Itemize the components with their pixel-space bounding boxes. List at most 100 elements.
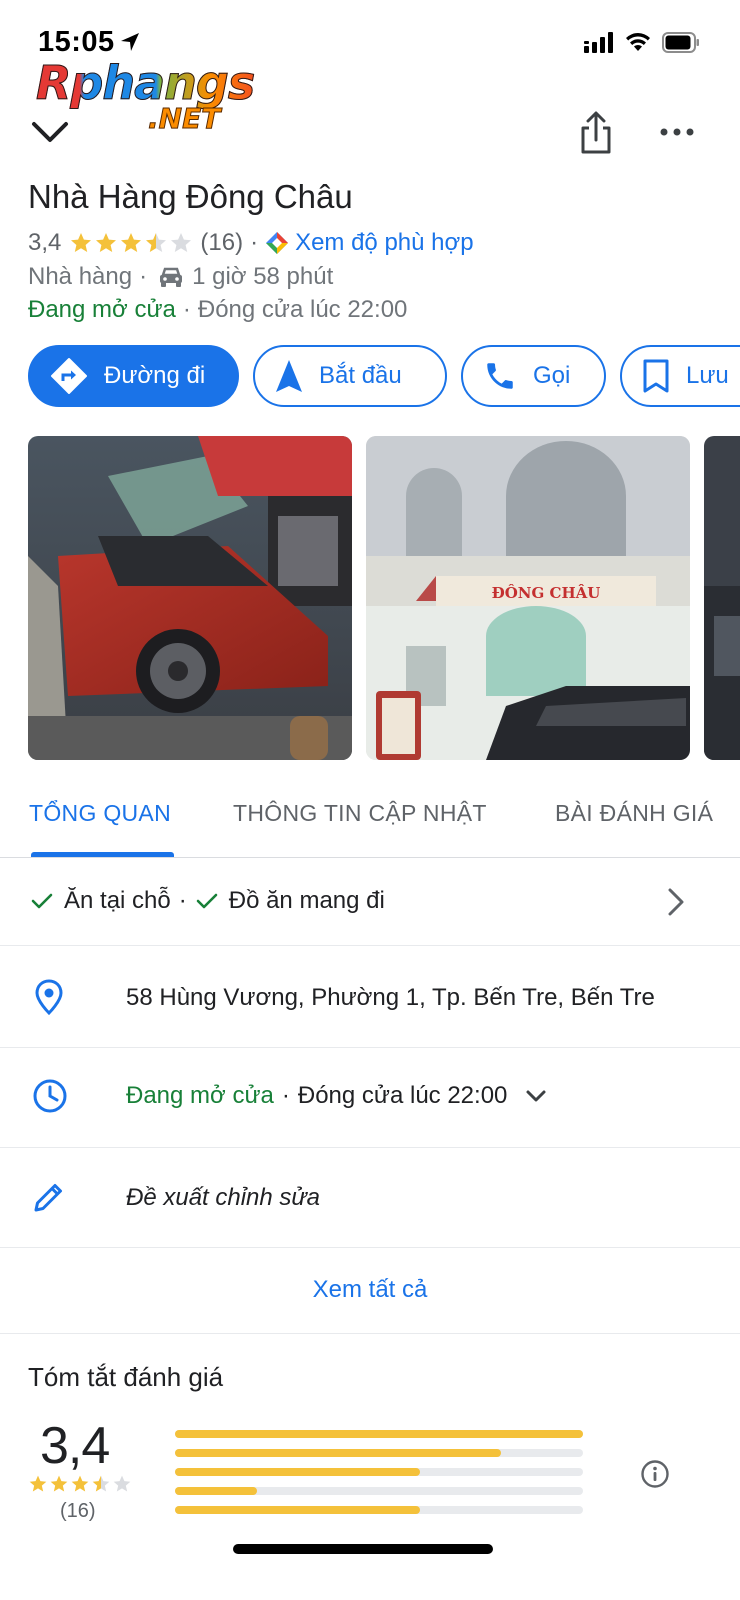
tab-bar: TỔNG QUAN THÔNG TIN CẬP NHẬT BÀI ĐÁNH GI… xyxy=(0,770,740,858)
navigation-arrow-icon xyxy=(276,360,302,392)
suggest-edit-label: Đề xuất chỉnh sửa xyxy=(126,1184,320,1211)
status-time: 15:05 xyxy=(38,26,115,58)
info-icon[interactable] xyxy=(640,1459,670,1489)
see-fit-link[interactable]: Xem độ phù hợp xyxy=(265,229,474,257)
cellular-signal-icon xyxy=(584,32,613,53)
rating-line: 3,4 (16) · Xem độ phù hợp xyxy=(28,228,474,258)
service-options-row[interactable]: Ăn tại chỗ · Đồ ăn mang đi xyxy=(0,859,740,946)
see-all-link[interactable]: Xem tất cả xyxy=(0,1276,740,1304)
closing-time: Đóng cửa lúc 22:00 xyxy=(197,296,408,323)
rating-bar-fill xyxy=(175,1468,420,1476)
call-button[interactable]: Gọi xyxy=(461,345,606,407)
svg-text:ĐÔNG CHÂU: ĐÔNG CHÂU xyxy=(492,584,601,602)
dine-in-label: Ăn tại chỗ xyxy=(64,887,171,914)
star-half-icon xyxy=(146,233,167,252)
more-horizontal-icon xyxy=(660,128,694,136)
collapse-button[interactable] xyxy=(30,116,70,150)
rating-bar-2 xyxy=(175,1487,583,1495)
start-label: Bắt đầu xyxy=(319,362,402,389)
pencil-icon xyxy=(34,1184,62,1212)
star-half-icon xyxy=(92,1475,110,1492)
separator-dot: · xyxy=(281,1082,290,1109)
clock-icon xyxy=(33,1079,67,1113)
photo-storefront[interactable]: ĐÔNG CHÂU xyxy=(366,436,690,760)
rating-value: 3,4 xyxy=(28,229,62,256)
status-bar: 15:05 xyxy=(0,0,740,58)
tab-updates[interactable]: THÔNG TIN CẬP NHẬT xyxy=(233,800,487,827)
separator-dot: · xyxy=(182,296,191,323)
star-icon xyxy=(50,1475,68,1492)
photo-car-night[interactable] xyxy=(28,436,352,760)
car-icon xyxy=(160,267,183,287)
check-icon xyxy=(31,893,53,909)
separator-dot: · xyxy=(250,229,259,256)
summary-count: (16) xyxy=(60,1500,96,1522)
star-empty-icon xyxy=(113,1475,131,1492)
summary-stars xyxy=(28,1474,133,1494)
watermark-logo: Rphangs .NET xyxy=(35,56,266,142)
rating-bar-3 xyxy=(175,1468,583,1476)
photo-carousel: ĐÔNG CHÂU xyxy=(28,436,740,760)
category-line: Nhà hàng · 1 giờ 58 phút xyxy=(28,262,333,292)
open-status: Đang mở cửa xyxy=(28,296,176,323)
wifi-icon xyxy=(626,33,650,51)
home-indicator[interactable] xyxy=(233,1544,493,1554)
rating-bar-fill xyxy=(175,1506,420,1514)
separator-dot: · xyxy=(178,887,187,914)
share-button[interactable] xyxy=(578,110,614,156)
address-text: 58 Hùng Vương, Phường 1, Tp. Bến Tre, Bế… xyxy=(126,984,655,1011)
star-icon xyxy=(29,1475,47,1492)
suggest-edit-row[interactable]: Đề xuất chỉnh sửa xyxy=(0,1148,740,1248)
rating-bar-fill xyxy=(175,1487,257,1495)
chevron-down-icon xyxy=(32,122,68,142)
diamond-sparkle-icon xyxy=(266,232,289,254)
save-label: Lưu xyxy=(686,362,729,389)
directions-label: Đường đi xyxy=(104,362,206,389)
address-row[interactable]: 58 Hùng Vương, Phường 1, Tp. Bến Tre, Bế… xyxy=(0,946,740,1048)
star-empty-icon xyxy=(171,233,192,252)
share-icon xyxy=(581,111,611,154)
directions-button[interactable]: Đường đi xyxy=(28,345,239,407)
see-all-row: Xem tất cả xyxy=(0,1248,740,1334)
hours-text: Đang mở cửa · Đóng cửa lúc 22:00 xyxy=(126,1082,547,1110)
tab-reviews[interactable]: BÀI ĐÁNH GIÁ xyxy=(555,800,713,827)
review-summary-title: Tóm tắt đánh giá xyxy=(28,1362,224,1392)
bookmark-icon xyxy=(643,359,669,393)
watermark-sub: .NET xyxy=(147,102,221,136)
hours-row[interactable]: Đang mở cửa · Đóng cửa lúc 22:00 xyxy=(0,1048,740,1148)
separator-dot: · xyxy=(139,263,148,290)
see-fit-label: Xem độ phù hợp xyxy=(295,229,474,256)
star-icon xyxy=(71,233,92,252)
check-icon xyxy=(196,893,218,909)
location-arrow-icon xyxy=(121,33,139,51)
more-options-button[interactable] xyxy=(660,124,694,140)
battery-icon xyxy=(662,32,699,53)
review-count[interactable]: (16) xyxy=(200,229,243,257)
watermark-main: Rphangs xyxy=(35,56,255,111)
star-icon xyxy=(96,233,117,252)
summary-rating: 3,4 xyxy=(40,1417,110,1475)
drive-time: 1 giờ 58 phút xyxy=(192,263,334,290)
rating-bar-1 xyxy=(175,1506,583,1514)
rating-bar-fill xyxy=(175,1449,502,1457)
active-tab-indicator xyxy=(31,852,174,857)
action-chips: Đường đi Bắt đầu Gọi Lưu xyxy=(28,345,740,409)
start-button[interactable]: Bắt đầu xyxy=(253,345,447,407)
rating-bar-5 xyxy=(175,1430,583,1438)
service-options: Ăn tại chỗ · Đồ ăn mang đi xyxy=(30,887,385,915)
save-button[interactable]: Lưu xyxy=(620,345,740,407)
hours-summary-line: Đang mở cửa · Đóng cửa lúc 22:00 xyxy=(28,295,407,325)
rating-stars xyxy=(69,231,194,255)
photo-third[interactable] xyxy=(704,436,740,760)
call-label: Gọi xyxy=(533,362,571,389)
chevron-right-icon xyxy=(668,888,684,916)
rating-bar-4 xyxy=(175,1449,583,1457)
hours-status: Đang mở cửa xyxy=(126,1082,274,1109)
chevron-down-icon xyxy=(526,1090,546,1102)
category-label: Nhà hàng xyxy=(28,263,133,290)
star-icon xyxy=(71,1475,89,1492)
rating-distribution xyxy=(175,1430,583,1525)
place-title: Nhà Hàng Đông Châu xyxy=(28,178,353,215)
tab-overview[interactable]: TỔNG QUAN xyxy=(29,800,171,827)
location-pin-icon xyxy=(35,979,63,1016)
